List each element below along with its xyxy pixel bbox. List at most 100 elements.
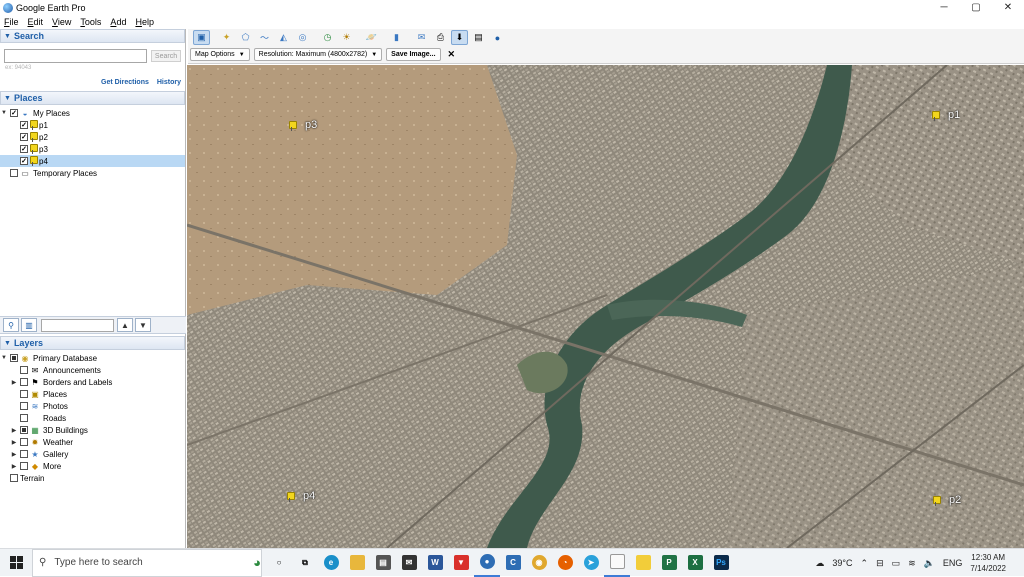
excel-icon[interactable]: X [682,549,708,577]
tree-item-my-places[interactable]: ▼ ✓ ◒ My Places [0,107,185,119]
checkbox[interactable] [10,354,18,362]
menu-view[interactable]: View [52,17,71,27]
layers-panel-header[interactable]: ▼ Layers [0,336,185,350]
volume-icon[interactable]: 🔈 [924,558,935,569]
placemark-p1[interactable]: p1 [932,109,960,125]
menu-file[interactable]: File [4,17,19,27]
checkbox[interactable] [10,169,18,177]
checkbox[interactable] [20,414,28,422]
print-icon[interactable]: ⎙ [432,30,449,45]
checkbox[interactable] [20,366,28,374]
placemark-p2[interactable]: p2 [933,494,961,510]
expander-icon[interactable]: ▶ [10,427,18,434]
checkbox[interactable] [20,450,28,458]
tree-item-3d-buildings[interactable]: ▶ ▦ 3D Buildings [0,424,185,436]
checkbox[interactable] [20,426,28,434]
resolution-dropdown[interactable]: Resolution: Maximum (4800x2782) ▼ [253,48,383,61]
edge-icon[interactable]: e [318,549,344,577]
map-options-dropdown[interactable]: Map Options ▼ [190,48,250,61]
minimize-button[interactable]: ─ [928,0,960,15]
task-view-icon[interactable]: ⧉ [292,549,318,577]
view-in-maps-icon[interactable]: ▤ [470,30,487,45]
places-filter-input[interactable] [41,318,114,332]
network-icon[interactable]: ⊟ [876,558,884,569]
project-icon[interactable]: P [656,549,682,577]
places-panel-header[interactable]: ▼ Places [0,91,185,105]
expander-icon[interactable]: ▶ [10,463,18,470]
chrome-icon[interactable]: ◉ [526,549,552,577]
expander-icon[interactable]: ▶ [10,439,18,446]
save-image-icon[interactable]: ⬇ [451,30,468,45]
tree-item-roads[interactable]: Roads [0,412,185,424]
checkbox[interactable]: ✓ [10,109,18,117]
search-places-button[interactable]: ⚲ [3,318,19,332]
start-button[interactable] [0,549,32,577]
maximize-button[interactable]: ▢ [960,0,992,15]
app-c-icon[interactable]: C [500,549,526,577]
menu-tools[interactable]: Tools [80,17,101,27]
historical-imagery-icon[interactable]: ◷ [319,30,336,45]
store-icon[interactable]: ▤ [370,549,396,577]
close-icon[interactable]: ✕ [448,49,456,60]
sticky-notes-icon[interactable] [630,549,656,577]
tree-item-p1[interactable]: ✓ p1 [0,119,185,131]
close-button[interactable]: ✕ [992,0,1024,15]
save-image-button[interactable]: Save Image... [386,48,441,61]
chevron-up-icon[interactable]: ⌃ [861,558,869,569]
language-indicator[interactable]: ENG [943,558,963,568]
checkbox[interactable] [20,402,28,410]
history-link[interactable]: History [157,79,181,86]
clock[interactable]: 12:30 AM 7/14/2022 [970,552,1006,574]
expander-icon[interactable]: ▼ [0,355,8,361]
expander-icon[interactable]: ▼ [0,110,8,116]
checkbox[interactable]: ✓ [20,157,28,165]
expander-icon[interactable]: ▶ [10,451,18,458]
file-explorer-icon[interactable] [344,549,370,577]
tree-item-p2[interactable]: ✓ p2 [0,131,185,143]
weather-cloud-icon[interactable]: ☁ [815,558,824,569]
tree-item-primary-database[interactable]: ▼ ◉ Primary Database [0,352,185,364]
weather-temperature[interactable]: 39°C [832,558,852,568]
cortana-icon[interactable]: ○ [266,549,292,577]
battery-icon[interactable]: ▭ [892,558,901,569]
wifi-icon[interactable]: ≋ [908,558,916,569]
switch-to-sky-icon[interactable]: 🪐 [363,30,380,45]
tree-item-borders-and-labels[interactable]: ▶ ⚑ Borders and Labels [0,376,185,388]
checkbox[interactable] [10,474,18,482]
checkbox[interactable]: ✓ [20,145,28,153]
ruler-icon[interactable]: ▮ [388,30,405,45]
search-panel-header[interactable]: ▼ Search [0,29,185,43]
map-view[interactable]: p3 p1 p4 p2 [187,65,1024,548]
add-placemark-icon[interactable]: ✦ [218,30,235,45]
placemark-p3[interactable]: p3 [289,119,317,135]
get-directions-link[interactable]: Get Directions [101,79,149,86]
tree-item-places[interactable]: ▣ Places [0,388,185,400]
checkbox[interactable]: ✓ [20,133,28,141]
checkbox[interactable] [20,438,28,446]
toggle-panel-button[interactable]: ▥ [21,318,37,332]
mail-icon[interactable]: ✉ [396,549,422,577]
telegram-icon[interactable]: ➤ [578,549,604,577]
photoshop-icon[interactable]: Ps [708,549,734,577]
checkbox[interactable] [20,462,28,470]
move-down-button[interactable]: ▼ [135,318,151,332]
firefox-icon[interactable]: ◔ [552,549,578,577]
move-up-button[interactable]: ▲ [117,318,133,332]
expander-icon[interactable]: ▶ [10,379,18,386]
menu-add[interactable]: Add [110,17,126,27]
shield-icon[interactable]: ▼ [448,549,474,577]
search-input[interactable] [4,49,147,63]
tree-item-p3[interactable]: ✓ p3 [0,143,185,155]
google-earth-taskbar-icon[interactable]: ● [474,549,500,577]
tree-item-gallery[interactable]: ▶ ★ Gallery [0,448,185,460]
menu-edit[interactable]: Edit [28,17,44,27]
record-tour-icon[interactable]: ◎ [294,30,311,45]
menu-help[interactable]: Help [135,17,154,27]
sunlight-icon[interactable]: ☀ [338,30,355,45]
word-icon[interactable]: W [422,549,448,577]
email-icon[interactable]: ✉ [413,30,430,45]
tree-item-more[interactable]: ▶ ◆ More [0,460,185,472]
add-path-icon[interactable]: 〜 [256,30,273,45]
tree-item-terrain[interactable]: Terrain [0,472,185,484]
search-button[interactable]: Search [151,50,181,62]
